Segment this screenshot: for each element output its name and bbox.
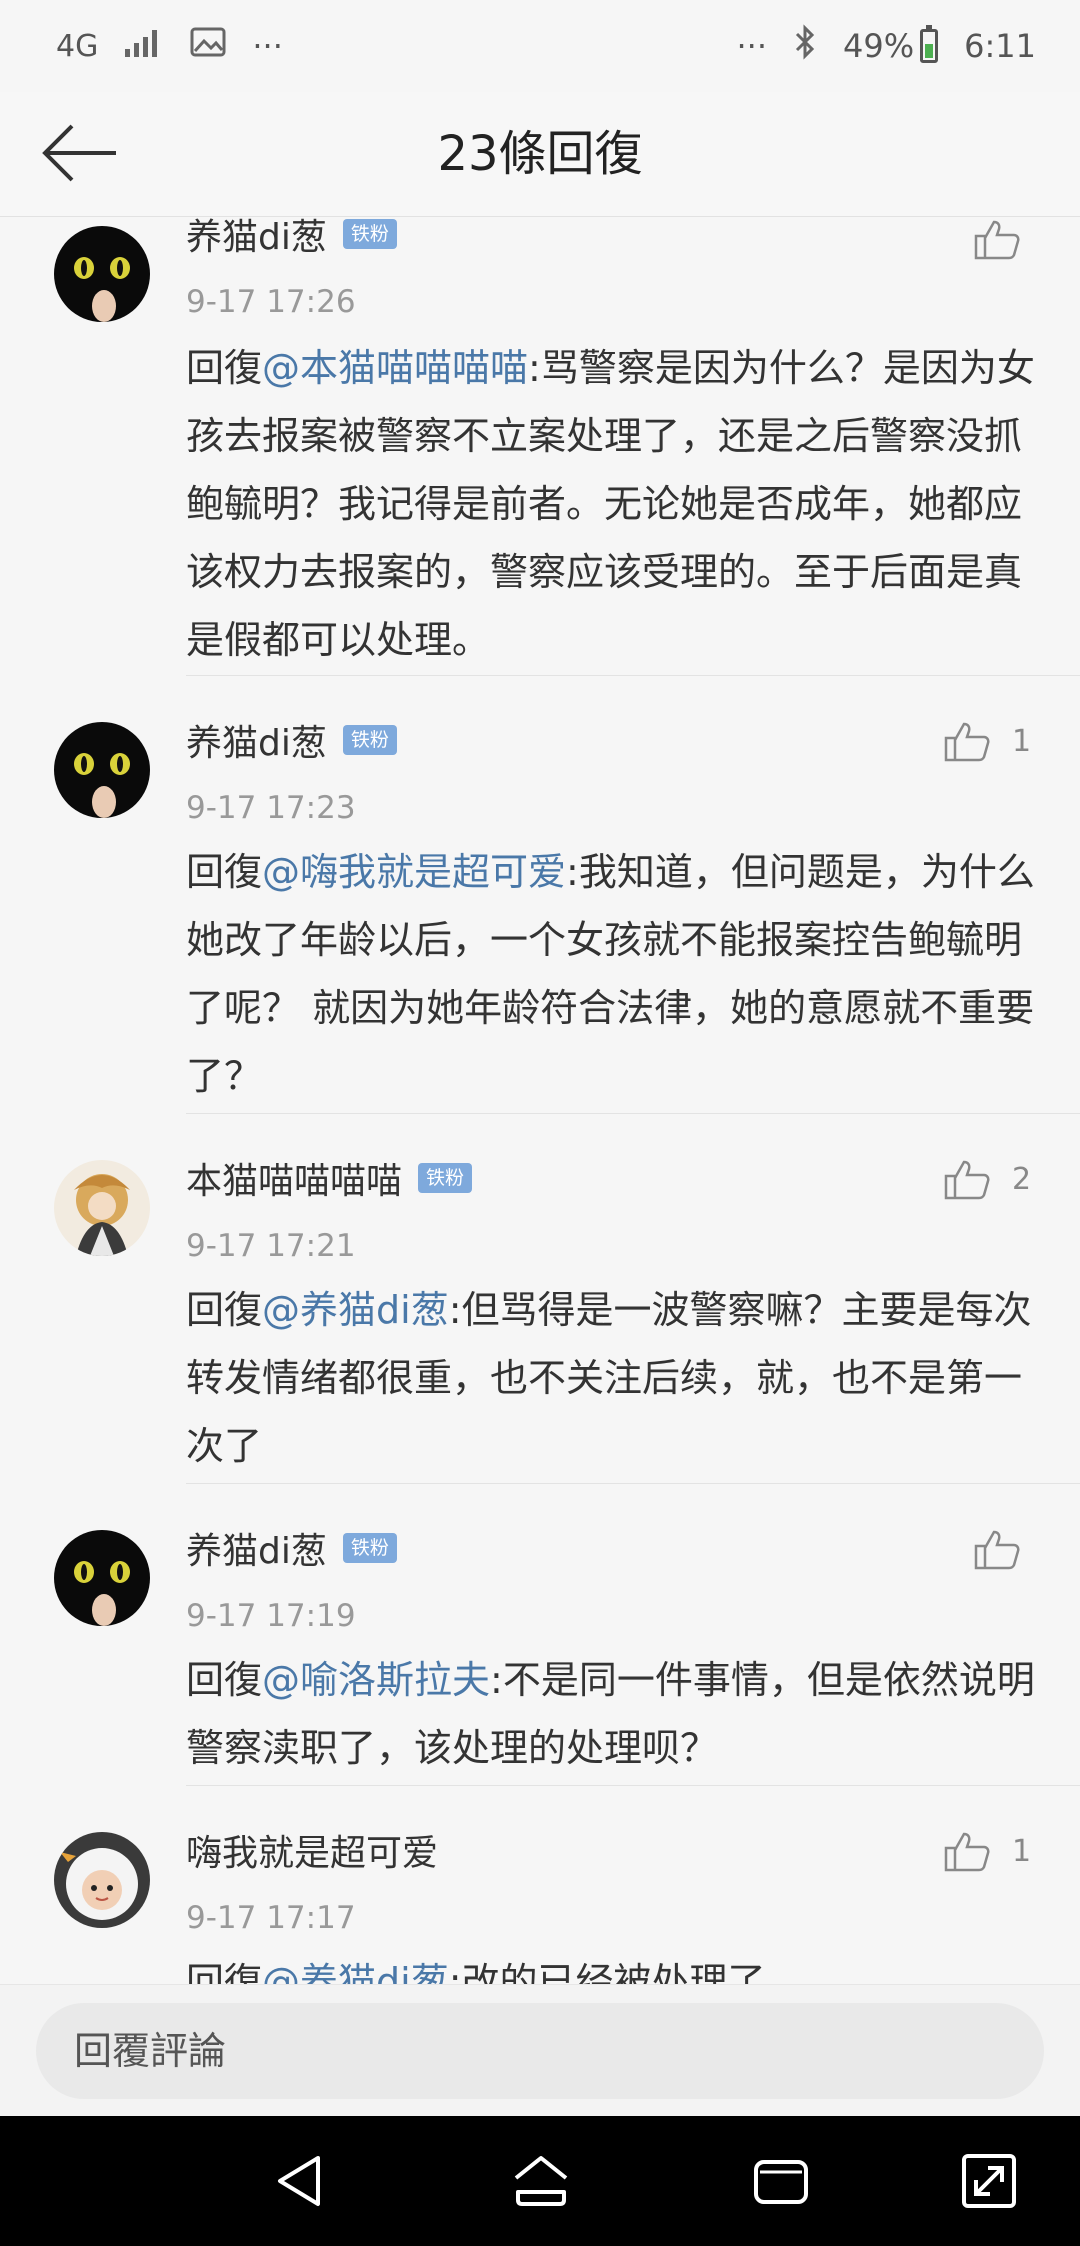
status-bar: 4G ··· ··· 49% 6:11 — [0, 0, 1080, 92]
nav-home-button[interactable] — [508, 2148, 574, 2214]
avatar[interactable] — [54, 1832, 150, 1928]
nav-expand-button[interactable] — [956, 2148, 1022, 2214]
mention-link[interactable]: @养猫di葱 — [262, 1288, 449, 1332]
comment-time: 9-17 17:23 — [186, 790, 356, 826]
comment-time: 9-17 17:19 — [186, 1598, 356, 1634]
comment-body: 回復@养猫di葱:但骂得是一波警察嘛？主要是每次转发情绪都很重，也不关注后续，就… — [186, 1276, 1036, 1480]
clock: 6:11 — [964, 27, 1036, 65]
reply-prefix: 回復 — [186, 850, 263, 894]
gallery-icon — [190, 27, 226, 65]
avatar[interactable] — [54, 1160, 150, 1256]
comment-body: 回復@本猫喵喵喵喵:骂警察是因为什么？是因为女孩去报案被警察不立案处理了，还是之… — [186, 334, 1036, 674]
mention-link[interactable]: @本猫喵喵喵喵 — [262, 346, 528, 390]
comment-author[interactable]: 本猫喵喵喵喵 铁粉 — [186, 1152, 473, 1204]
comment-item: 养猫di葱 铁粉 9-17 17:26 回復@本猫喵喵喵喵:骂警察是因为什么？是… — [0, 216, 1080, 676]
comment-item: 养猫di葱 铁粉 1 9-17 17:23 回復@嗨我就是超可爱:我知道，但问题… — [0, 676, 1080, 1114]
expand-icon — [962, 2154, 1016, 2208]
fan-badge: 铁粉 — [342, 219, 397, 249]
more-icon: ··· — [736, 27, 768, 65]
avatar[interactable] — [54, 722, 150, 818]
nav-recents-button[interactable] — [748, 2148, 814, 2214]
reply-prefix: 回復 — [186, 346, 263, 390]
mention-link[interactable]: @养猫di葱 — [262, 1960, 449, 1984]
reply-prefix: 回復 — [186, 1960, 263, 1984]
avatar[interactable] — [54, 1530, 150, 1626]
comment-author[interactable]: 养猫di葱 铁粉 — [186, 716, 397, 764]
fan-badge: 铁粉 — [342, 725, 397, 755]
page-title: 23條回復 — [437, 126, 643, 182]
author-name[interactable]: 养猫di葱 — [186, 1522, 327, 1574]
comment-body: 回復@养猫di葱:改的已经被处理了 — [186, 1948, 1036, 1984]
comment-author[interactable]: 养猫di葱 铁粉 — [186, 216, 397, 258]
avatar[interactable] — [54, 226, 150, 322]
comment-time: 9-17 17:26 — [186, 284, 356, 320]
author-name[interactable]: 嗨我就是超可爱 — [186, 1824, 438, 1876]
nav-back-button[interactable] — [268, 2148, 334, 2214]
comment-time: 9-17 17:21 — [186, 1228, 356, 1264]
comment-author[interactable]: 嗨我就是超可爱 — [186, 1826, 438, 1874]
like-button[interactable] — [974, 1528, 1020, 1570]
signal-icon — [124, 27, 164, 65]
top-bar: 23條回復 — [0, 92, 1080, 217]
reply-input[interactable]: 回覆評論 — [36, 2003, 1044, 2099]
comment-author[interactable]: 养猫di葱 铁粉 — [186, 1524, 397, 1572]
like-count: 2 — [1012, 1161, 1032, 1197]
like-button[interactable]: 2 — [944, 1158, 1031, 1200]
mention-link[interactable]: @喻洛斯拉夫 — [262, 1658, 490, 1702]
home-icon — [514, 2156, 568, 2206]
network-indicator: 4G — [56, 28, 99, 64]
comment-item: 嗨我就是超可爱 1 9-17 17:17 回復@养猫di葱:改的已经被处理了 — [0, 1786, 1080, 1984]
author-name[interactable]: 本猫喵喵喵喵 — [186, 1152, 402, 1204]
thumbs-up-icon — [974, 220, 1020, 260]
comment-list[interactable]: 养猫di葱 铁粉 9-17 17:26 回復@本猫喵喵喵喵:骂警察是因为什么？是… — [0, 216, 1080, 1984]
reply-prefix: 回復 — [186, 1288, 263, 1332]
author-name[interactable]: 养猫di葱 — [186, 216, 327, 260]
comment-text: :改的已经被处理了 — [448, 1960, 766, 1984]
comment-item: 养猫di葱 铁粉 9-17 17:19 回復@喻洛斯拉夫:不是同一件事情，但是依… — [0, 1484, 1080, 1786]
thumbs-up-icon — [974, 1530, 1020, 1570]
comment-time: 9-17 17:17 — [186, 1900, 356, 1936]
battery-percent: 49% — [843, 27, 915, 65]
recents-icon — [754, 2160, 808, 2204]
more-icon: ··· — [252, 27, 283, 65]
like-button[interactable] — [974, 218, 1020, 260]
fan-badge: 铁粉 — [418, 1163, 473, 1193]
comment-body: 回復@喻洛斯拉夫:不是同一件事情，但是依然说明警察渎职了，该处理的处理呗？ — [186, 1646, 1036, 1782]
triangle-back-icon — [278, 2156, 320, 2206]
like-button[interactable]: 1 — [944, 720, 1031, 762]
comment-body: 回復@嗨我就是超可爱:我知道，但问题是，为什么她改了年龄以后，一个女孩就不能报案… — [186, 838, 1036, 1110]
reply-prefix: 回復 — [186, 1658, 263, 1702]
author-name[interactable]: 养猫di葱 — [186, 714, 327, 766]
comment-item: 本猫喵喵喵喵 铁粉 2 9-17 17:21 回復@养猫di葱:但骂得是一波警察… — [0, 1114, 1080, 1484]
reply-bar: 回覆評論 — [0, 1984, 1080, 2117]
like-count: 1 — [1012, 723, 1032, 759]
like-count: 1 — [1012, 1833, 1032, 1869]
thumbs-up-icon — [944, 1160, 990, 1200]
bluetooth-icon — [793, 24, 817, 68]
thumbs-up-icon — [944, 722, 990, 762]
fan-badge: 铁粉 — [342, 1533, 397, 1563]
system-nav-bar — [0, 2116, 1080, 2246]
thumbs-up-icon — [944, 1832, 990, 1872]
mention-link[interactable]: @嗨我就是超可爱 — [262, 850, 566, 894]
comment-text: :骂警察是因为什么？是因为女孩去报案被警察不立案处理了，还是之后警察没抓鲍毓明？… — [186, 346, 1035, 662]
like-button[interactable]: 1 — [944, 1830, 1031, 1872]
battery-icon: 49% — [843, 25, 939, 65]
